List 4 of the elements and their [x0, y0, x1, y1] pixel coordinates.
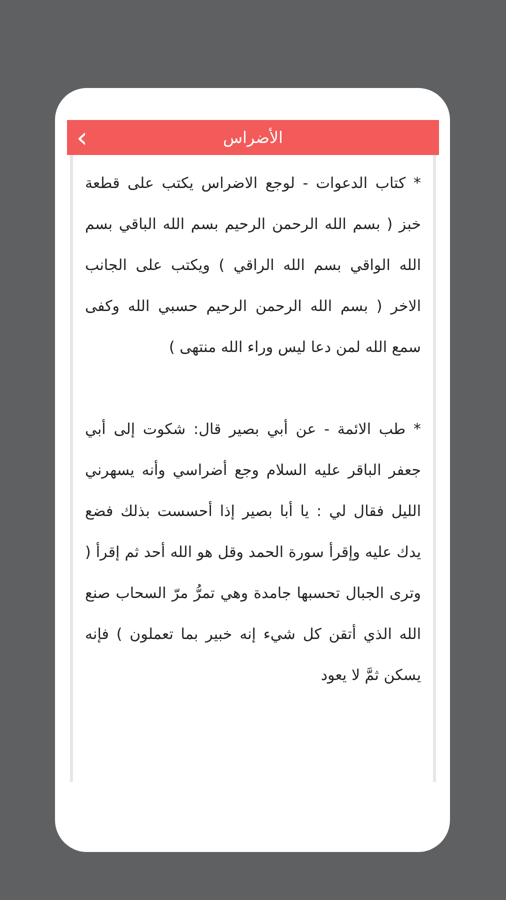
page-title: الأضراس [223, 128, 283, 147]
paragraph: * طب الائمة - عن أبي بصير قال: شكوت إلى أبي جعفر الباقر عليه السلام وجع أضراسي وأنه يسهرني الليل فقال لي : يا أبا بصير إذا أحسست بذلك فضع يدك عليه وإقرأ سورة الحمد وقل هو الله أحد ثم إقرأ ( وترى الجبال تحسبها جامدة وهي تمرُّ مرّ السحاب صنع الله الذي أتقن كل شيء إنه خبير بما تعملون ) فإنه يسكن ثمَّ لا يعود [85, 418, 421, 686]
back-button[interactable]: ‹ [71, 120, 93, 155]
paragraph: * كتاب الدعوات - لوجع الاضراس يكتب على قطعة خبز ( بسم الله الرحمن الرحيم بسم الله الباقي بسم الله الواقي بسم الله الراقي ) ويكتب على الجانب الاخر ( بسم الله الرحمن الرحيم حسبي الله وكفى سمع الله لمن دعا ليس وراء الله منتهى ) [85, 173, 421, 358]
